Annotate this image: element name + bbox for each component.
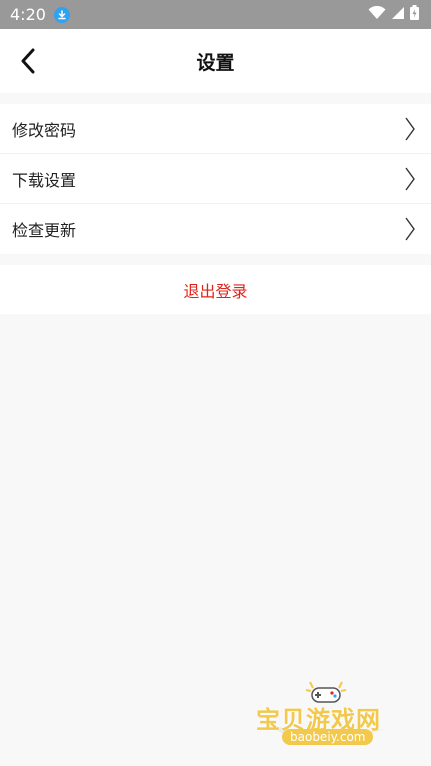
menu-item-label: 下载设置 xyxy=(12,170,77,190)
settings-menu: 修改密码 下载设置 检查更新 xyxy=(0,104,431,254)
back-button[interactable] xyxy=(12,45,44,77)
watermark-url: baobeiy.com xyxy=(282,729,374,745)
menu-item-label: 修改密码 xyxy=(12,120,77,140)
chevron-right-icon xyxy=(405,167,415,191)
menu-item-change-password[interactable]: 修改密码 xyxy=(0,104,431,154)
logout-label: 退出登录 xyxy=(183,281,248,301)
chevron-left-icon xyxy=(21,48,35,74)
chevron-right-icon xyxy=(405,217,415,241)
app-header: 设置 xyxy=(0,29,431,93)
signal-icon xyxy=(391,5,405,24)
download-icon xyxy=(53,6,70,23)
status-icons xyxy=(368,5,419,24)
status-bar: 4:20 xyxy=(0,0,431,29)
watermark-logo: 宝贝游戏网 baobeiy.com xyxy=(256,678,406,758)
wifi-icon xyxy=(368,5,386,24)
page-title: 设置 xyxy=(196,51,235,74)
menu-item-download-settings[interactable]: 下载设置 xyxy=(0,154,431,204)
battery-icon xyxy=(410,5,419,24)
chevron-right-icon xyxy=(405,117,415,141)
menu-item-check-update[interactable]: 检查更新 xyxy=(0,204,431,254)
status-time: 4:20 xyxy=(10,5,46,24)
logout-button[interactable]: 退出登录 xyxy=(0,265,431,314)
menu-item-label: 检查更新 xyxy=(12,221,77,240)
